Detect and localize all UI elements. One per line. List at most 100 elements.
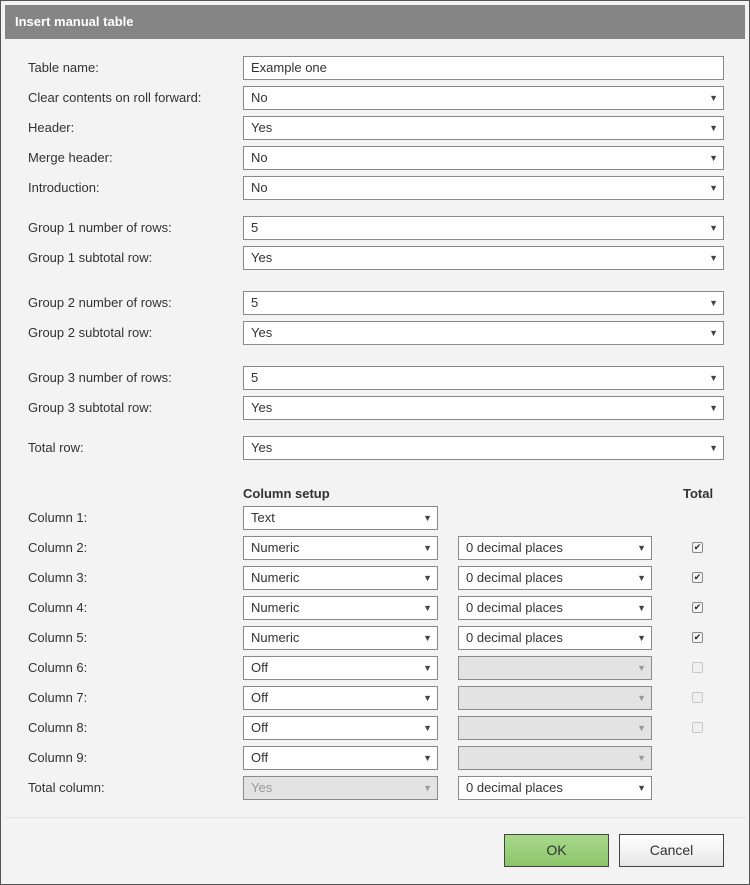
column-type-select[interactable]: Off ▼: [243, 686, 438, 710]
column-type-select[interactable]: Off ▼: [243, 746, 438, 770]
column-label: Column 4:: [28, 600, 88, 615]
dropdown-arrow-icon: ▼: [637, 693, 646, 703]
dropdown-arrow-icon: ▼: [709, 443, 718, 453]
dialog-title: Insert manual table: [5, 5, 745, 39]
column-type-value: Off: [251, 720, 269, 735]
column-format-select[interactable]: 0 decimal places ▼: [458, 566, 652, 590]
column-type-select[interactable]: Off ▼: [243, 656, 438, 680]
dropdown-arrow-icon: ▼: [637, 723, 646, 733]
total-column-format-value: 0 decimal places: [466, 780, 563, 795]
column-type-value: Text: [251, 510, 275, 525]
dropdown-arrow-icon: ▼: [709, 328, 718, 338]
total-checkbox[interactable]: ✔: [692, 602, 703, 613]
total-column-format-select[interactable]: 0 decimal places ▼: [458, 776, 652, 800]
total-checkbox[interactable]: ✔: [692, 632, 703, 643]
group1-rows-select[interactable]: 5 ▼: [243, 216, 724, 240]
cancel-button[interactable]: Cancel: [619, 834, 724, 867]
group3-rows-label: Group 3 number of rows:: [28, 370, 172, 385]
dropdown-arrow-icon: ▼: [423, 513, 432, 523]
total-checkbox[interactable]: ✔: [692, 542, 703, 553]
dropdown-arrow-icon: ▼: [637, 633, 646, 643]
dropdown-arrow-icon: ▼: [637, 663, 646, 673]
merge-header-select[interactable]: No ▼: [243, 146, 724, 170]
column-format-select: ▼: [458, 746, 652, 770]
column-format-select: ▼: [458, 716, 652, 740]
column-label: Column 2:: [28, 540, 88, 555]
column-type-value: Off: [251, 690, 269, 705]
column-type-value: Numeric: [251, 540, 300, 555]
column-format-value: 0 decimal places: [466, 540, 563, 555]
clear-contents-label: Clear contents on roll forward:: [28, 90, 202, 105]
total-column-select: Yes ▼: [243, 776, 438, 800]
column-setup-header: Column setup: [243, 486, 330, 501]
total-header: Total: [683, 486, 714, 501]
column-type-value: Off: [251, 660, 269, 675]
merge-header-value: No: [251, 150, 268, 165]
column-type-select[interactable]: Numeric ▼: [243, 566, 438, 590]
dropdown-arrow-icon: ▼: [423, 543, 432, 553]
column-type-select[interactable]: Numeric ▼: [243, 596, 438, 620]
checkmark-icon: ✔: [693, 602, 702, 612]
table-name-value: Example one: [251, 60, 327, 75]
checkmark-icon: ✔: [693, 542, 702, 552]
column-type-select[interactable]: Numeric ▼: [243, 536, 438, 560]
dropdown-arrow-icon: ▼: [709, 298, 718, 308]
dropdown-arrow-icon: ▼: [423, 723, 432, 733]
dropdown-arrow-icon: ▼: [709, 253, 718, 263]
group1-rows-label: Group 1 number of rows:: [28, 220, 172, 235]
column-label: Column 7:: [28, 690, 88, 705]
group3-rows-value: 5: [251, 370, 259, 385]
dropdown-arrow-icon: ▼: [709, 153, 718, 163]
group2-subtotal-select[interactable]: Yes ▼: [243, 321, 724, 345]
checkmark-icon: ✔: [693, 632, 702, 642]
total-checkbox[interactable]: ✔: [692, 572, 703, 583]
dropdown-arrow-icon: ▼: [637, 543, 646, 553]
column-label: Column 8:: [28, 720, 88, 735]
column-format-select: ▼: [458, 686, 652, 710]
dropdown-arrow-icon: ▼: [709, 373, 718, 383]
header-label: Header:: [28, 120, 75, 135]
clear-contents-select[interactable]: No ▼: [243, 86, 724, 110]
merge-header-label: Merge header:: [28, 150, 113, 165]
header-select[interactable]: Yes ▼: [243, 116, 724, 140]
column-format-value: 0 decimal places: [466, 630, 563, 645]
total-row-value: Yes: [251, 440, 273, 455]
group2-subtotal-value: Yes: [251, 325, 273, 340]
column-label: Column 3:: [28, 570, 88, 585]
group3-subtotal-value: Yes: [251, 400, 273, 415]
column-type-value: Numeric: [251, 600, 300, 615]
dropdown-arrow-icon: ▼: [423, 663, 432, 673]
column-format-select[interactable]: 0 decimal places ▼: [458, 626, 652, 650]
group3-subtotal-select[interactable]: Yes ▼: [243, 396, 724, 420]
ok-button[interactable]: OK: [504, 834, 609, 867]
group2-rows-select[interactable]: 5 ▼: [243, 291, 724, 315]
dropdown-arrow-icon: ▼: [637, 603, 646, 613]
dropdown-arrow-icon: ▼: [637, 573, 646, 583]
column-format-value: 0 decimal places: [466, 600, 563, 615]
table-name-input[interactable]: Example one: [243, 56, 724, 80]
group2-rows-label: Group 2 number of rows:: [28, 295, 172, 310]
checkmark-icon: ✔: [693, 572, 702, 582]
column-type-select[interactable]: Numeric ▼: [243, 626, 438, 650]
column-format-value: 0 decimal places: [466, 570, 563, 585]
total-row-select[interactable]: Yes ▼: [243, 436, 724, 460]
column-label: Column 6:: [28, 660, 88, 675]
column-type-select[interactable]: Off ▼: [243, 716, 438, 740]
column-format-select: ▼: [458, 656, 652, 680]
introduction-select[interactable]: No ▼: [243, 176, 724, 200]
dropdown-arrow-icon: ▼: [709, 123, 718, 133]
column-format-select[interactable]: 0 decimal places ▼: [458, 536, 652, 560]
group1-subtotal-select[interactable]: Yes ▼: [243, 246, 724, 270]
column-format-select[interactable]: 0 decimal places ▼: [458, 596, 652, 620]
column-type-value: Numeric: [251, 630, 300, 645]
group3-rows-select[interactable]: 5 ▼: [243, 366, 724, 390]
header-value: Yes: [251, 120, 273, 135]
dropdown-arrow-icon: ▼: [637, 753, 646, 763]
group1-subtotal-label: Group 1 subtotal row:: [28, 250, 153, 265]
dropdown-arrow-icon: ▼: [423, 753, 432, 763]
column-type-select[interactable]: Text ▼: [243, 506, 438, 530]
dropdown-arrow-icon: ▼: [709, 93, 718, 103]
group2-rows-value: 5: [251, 295, 259, 310]
group1-subtotal-value: Yes: [251, 250, 273, 265]
introduction-label: Introduction:: [28, 180, 100, 195]
